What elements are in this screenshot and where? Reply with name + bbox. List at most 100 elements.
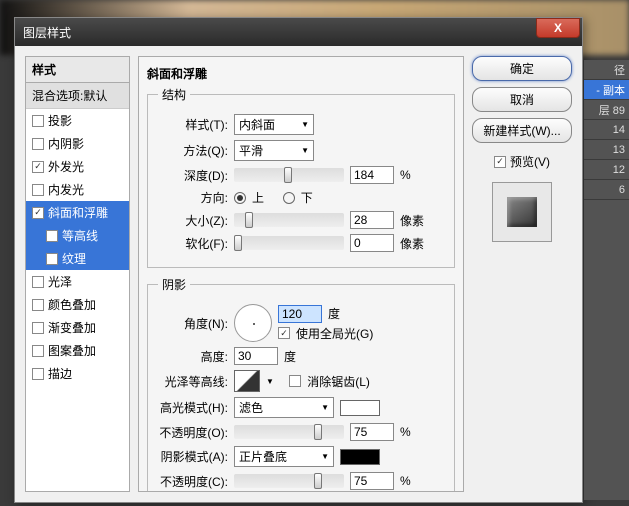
dir-up-radio[interactable] [234, 192, 246, 204]
gloss-contour-picker[interactable] [234, 370, 260, 392]
shop-input[interactable] [350, 472, 394, 490]
styles-header[interactable]: 样式 [26, 57, 129, 83]
style-checkbox[interactable] [46, 253, 58, 265]
style-item-图案叠加[interactable]: 图案叠加 [26, 339, 129, 362]
angle-input[interactable] [278, 305, 322, 323]
preview-swatch [507, 197, 537, 227]
style-item-纹理[interactable]: 纹理 [26, 247, 129, 270]
style-item-label: 外发光 [48, 158, 84, 175]
layer-row[interactable]: 层 89 [584, 100, 629, 120]
layer-row[interactable]: 14 [584, 120, 629, 140]
style-item-label: 内发光 [48, 181, 84, 198]
style-checkbox[interactable] [32, 161, 44, 173]
style-checkbox[interactable] [32, 184, 44, 196]
style-item-投影[interactable]: 投影 [26, 109, 129, 132]
chevron-down-icon[interactable]: ▼ [266, 377, 274, 386]
highlight-color-swatch[interactable] [340, 400, 380, 416]
close-button[interactable]: X [536, 18, 580, 38]
style-item-label: 光泽 [48, 273, 72, 290]
depth-input[interactable] [350, 166, 394, 184]
method-combo[interactable]: 平滑▼ [234, 140, 314, 161]
style-item-外发光[interactable]: 外发光 [26, 155, 129, 178]
size-label: 大小(Z): [158, 212, 228, 229]
method-label: 方法(Q): [158, 142, 228, 159]
layer-row[interactable]: 12 [584, 160, 629, 180]
cancel-button[interactable]: 取消 [472, 87, 572, 112]
style-checkbox[interactable] [32, 207, 44, 219]
style-checkbox[interactable] [32, 299, 44, 311]
style-combo[interactable]: 内斜面▼ [234, 114, 314, 135]
shading-group: 阴影 角度(N): 度 使用全局光(G) 高度:度 光泽等高线:▼ 消除锯齿(L… [147, 276, 455, 492]
style-checkbox[interactable] [32, 345, 44, 357]
style-item-内阴影[interactable]: 内阴影 [26, 132, 129, 155]
right-panel: 确定 取消 新建样式(W)... 预览(V) [472, 56, 572, 492]
style-item-label: 斜面和浮雕 [48, 204, 108, 221]
close-icon: X [554, 21, 562, 35]
style-item-光泽[interactable]: 光泽 [26, 270, 129, 293]
style-item-斜面和浮雕[interactable]: 斜面和浮雕 [26, 201, 129, 224]
style-item-label: 描边 [48, 365, 72, 382]
shmode-label: 阴影模式(A): [158, 448, 228, 465]
layer-row[interactable]: 6 [584, 180, 629, 200]
style-item-描边[interactable]: 描边 [26, 362, 129, 385]
preview-checkbox[interactable] [494, 156, 506, 168]
soften-input[interactable] [350, 234, 394, 252]
altitude-input[interactable] [234, 347, 278, 365]
ok-button[interactable]: 确定 [472, 56, 572, 81]
shadow-mode-combo[interactable]: 正片叠底▼ [234, 446, 334, 467]
size-input[interactable] [350, 211, 394, 229]
style-checkbox[interactable] [32, 322, 44, 334]
layer-style-dialog: 图层样式 X 样式 混合选项:默认 投影内阴影外发光内发光斜面和浮雕等高线纹理光… [14, 17, 583, 503]
angle-wheel[interactable] [234, 304, 272, 342]
preview-box [492, 182, 552, 242]
style-item-label: 颜色叠加 [48, 296, 96, 313]
shadow-color-swatch[interactable] [340, 449, 380, 465]
layers-palette: 径- 副本层 891413126 [584, 60, 629, 500]
structure-group: 结构 样式(T):内斜面▼ 方法(Q):平滑▼ 深度(D):% 方向:上 下 大… [147, 86, 455, 268]
altitude-label: 高度: [158, 348, 228, 365]
layer-row[interactable]: 13 [584, 140, 629, 160]
depth-label: 深度(D): [158, 167, 228, 184]
gloss-label: 光泽等高线: [158, 373, 228, 390]
shop-slider[interactable] [234, 474, 344, 488]
structure-legend: 结构 [158, 86, 190, 103]
style-item-等高线[interactable]: 等高线 [26, 224, 129, 247]
antialias-checkbox[interactable] [289, 375, 301, 387]
style-item-label: 投影 [48, 112, 72, 129]
style-checkbox[interactable] [32, 138, 44, 150]
hlop-slider[interactable] [234, 425, 344, 439]
style-item-label: 图案叠加 [48, 342, 96, 359]
soften-label: 软化(F): [158, 235, 228, 252]
layer-row[interactable]: 径 [584, 60, 629, 80]
hlop-label: 不透明度(O): [158, 424, 228, 441]
style-item-内发光[interactable]: 内发光 [26, 178, 129, 201]
new-style-button[interactable]: 新建样式(W)... [472, 118, 572, 143]
style-item-label: 等高线 [62, 227, 98, 244]
settings-panel: 斜面和浮雕 结构 样式(T):内斜面▼ 方法(Q):平滑▼ 深度(D):% 方向… [138, 56, 464, 492]
chevron-down-icon: ▼ [321, 403, 329, 412]
blend-options[interactable]: 混合选项:默认 [26, 83, 129, 109]
chevron-down-icon: ▼ [301, 120, 309, 129]
layer-row[interactable]: - 副本 [584, 80, 629, 100]
global-light-checkbox[interactable] [278, 327, 290, 339]
size-slider[interactable] [234, 213, 344, 227]
dir-down-radio[interactable] [283, 192, 295, 204]
hlop-input[interactable] [350, 423, 394, 441]
shading-legend: 阴影 [158, 276, 190, 293]
style-item-label: 纹理 [62, 250, 86, 267]
style-checkbox[interactable] [32, 368, 44, 380]
style-checkbox[interactable] [32, 276, 44, 288]
shop-label: 不透明度(C): [158, 473, 228, 490]
style-item-渐变叠加[interactable]: 渐变叠加 [26, 316, 129, 339]
soften-slider[interactable] [234, 236, 344, 250]
depth-slider[interactable] [234, 168, 344, 182]
styles-list: 样式 混合选项:默认 投影内阴影外发光内发光斜面和浮雕等高线纹理光泽颜色叠加渐变… [25, 56, 130, 492]
style-item-label: 内阴影 [48, 135, 84, 152]
direction-label: 方向: [158, 189, 228, 206]
highlight-mode-combo[interactable]: 滤色▼ [234, 397, 334, 418]
style-item-颜色叠加[interactable]: 颜色叠加 [26, 293, 129, 316]
titlebar[interactable]: 图层样式 X [15, 18, 582, 46]
style-checkbox[interactable] [46, 230, 58, 242]
panel-title: 斜面和浮雕 [147, 65, 455, 82]
style-checkbox[interactable] [32, 115, 44, 127]
